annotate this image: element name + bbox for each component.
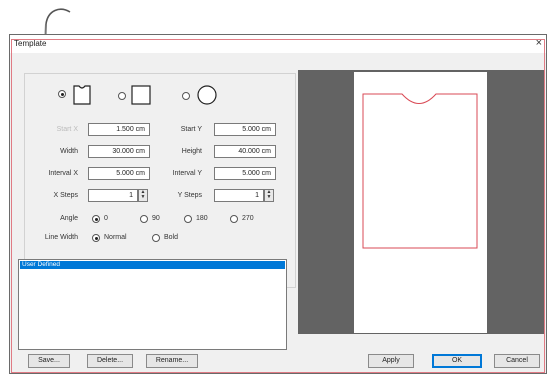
line-width-radio-bold[interactable] (152, 234, 160, 242)
angle-option-0: 0 (104, 215, 108, 222)
template-list[interactable]: User Defined (18, 259, 287, 350)
parameters-group (24, 73, 296, 288)
x-steps-label: X Steps (53, 192, 78, 199)
interval-y-input[interactable]: 5.000 cm (214, 167, 276, 180)
template-dialog: Template × Start X 1.500 cm Start Y 5.00… (9, 34, 547, 374)
interval-y-label: Interval Y (172, 170, 202, 177)
interval-x-label: Interval X (48, 170, 78, 177)
shape-radio-square[interactable] (118, 92, 126, 100)
angle-option-90: 90 (152, 215, 160, 222)
cancel-button[interactable]: Cancel (494, 354, 540, 368)
x-steps-spinner[interactable]: ▲ ▼ (138, 189, 148, 202)
line-width-radio-normal[interactable] (92, 234, 100, 242)
list-item[interactable]: User Defined (20, 261, 285, 269)
ok-button[interactable]: OK (432, 354, 482, 368)
rectangle-notch-shape-icon (73, 85, 91, 105)
start-x-label: Start X (56, 126, 78, 133)
angle-option-180: 180 (196, 215, 208, 222)
save-button[interactable]: Save... (28, 354, 70, 368)
rename-button[interactable]: Rename... (146, 354, 198, 368)
start-x-input[interactable]: 1.500 cm (88, 123, 150, 136)
interval-x-input[interactable]: 5.000 cm (88, 167, 150, 180)
square-shape-icon (131, 85, 151, 105)
line-width-label: Line Width (44, 234, 78, 241)
height-input[interactable]: 40.000 cm (214, 145, 276, 158)
apply-button[interactable]: Apply (368, 354, 414, 368)
angle-radio-270[interactable] (230, 215, 238, 223)
y-steps-input[interactable]: 1 (214, 189, 264, 202)
width-label: Width (60, 148, 78, 155)
line-width-option-bold: Bold (164, 234, 179, 241)
angle-radio-90[interactable] (140, 215, 148, 223)
spin-down-icon[interactable]: ▼ (139, 195, 147, 200)
circle-shape-icon (197, 85, 217, 105)
y-steps-label: Y Steps (177, 192, 202, 199)
delete-button[interactable]: Delete... (87, 354, 133, 368)
line-width-option-normal: Normal (104, 234, 127, 241)
angle-radio-0[interactable] (92, 215, 100, 223)
shape-radio-circle[interactable] (182, 92, 190, 100)
width-input[interactable]: 30.000 cm (88, 145, 150, 158)
shape-radio-notch[interactable] (58, 90, 66, 98)
y-steps-spinner[interactable]: ▲ ▼ (264, 189, 274, 202)
start-y-label: Start Y (180, 126, 202, 133)
x-steps-input[interactable]: 1 (88, 189, 138, 202)
start-y-input[interactable]: 5.000 cm (214, 123, 276, 136)
angle-option-270: 270 (242, 215, 254, 222)
height-label: Height (181, 148, 202, 155)
angle-label: Angle (60, 215, 78, 222)
angle-radio-180[interactable] (184, 215, 192, 223)
template-outline-preview (362, 93, 478, 249)
spin-down-icon[interactable]: ▼ (265, 195, 273, 200)
